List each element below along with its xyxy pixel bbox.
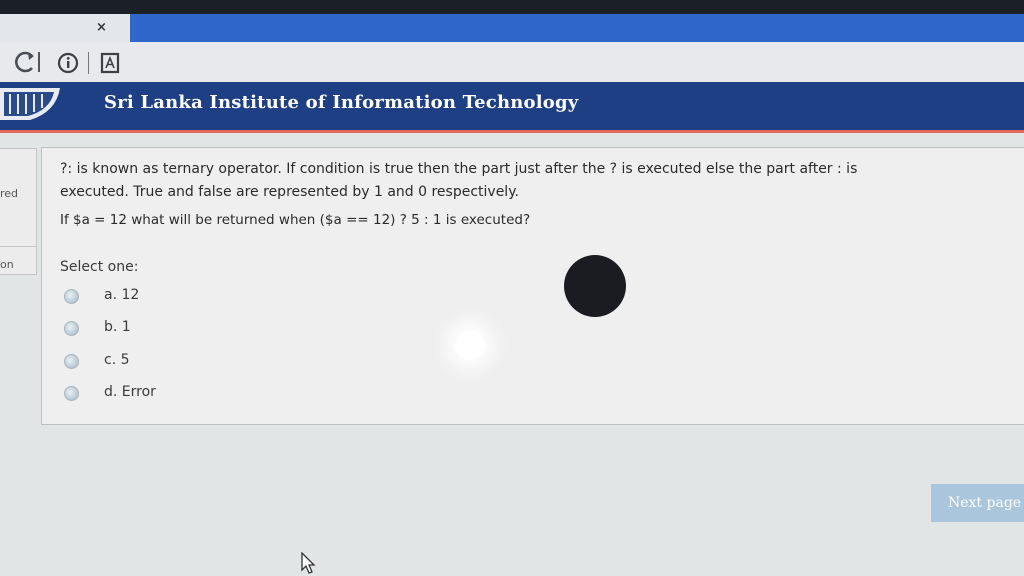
question-info-panel [0, 148, 37, 275]
screen-dot [564, 255, 626, 317]
screen-bezel [0, 0, 1024, 14]
light-glare [455, 330, 485, 360]
tab-close-button[interactable]: × [96, 20, 107, 35]
browser-tab[interactable] [0, 14, 130, 42]
side-divider [0, 246, 36, 247]
radio-button[interactable] [64, 386, 79, 401]
question-text-line-2: executed. True and false are represented… [60, 184, 519, 200]
next-page-button[interactable]: Next page [931, 484, 1024, 522]
question-status-label: red [0, 187, 19, 200]
option-label: c. 5 [104, 352, 130, 368]
radio-button[interactable] [64, 354, 79, 369]
mouse-cursor-icon [301, 552, 316, 574]
select-one-prompt: Select one: [60, 259, 139, 275]
radio-button[interactable] [64, 321, 79, 336]
option-label: a. 12 [104, 287, 140, 303]
info-icon[interactable] [57, 52, 79, 74]
screen: × Sri Lanka Institute of Information Tec… [0, 0, 1024, 576]
reload-icon[interactable] [12, 50, 42, 74]
toolbar-separator [88, 52, 89, 74]
option-label: d. Error [104, 384, 156, 400]
site-title: Sri Lanka Institute of Information Techn… [104, 92, 579, 113]
reader-mode-icon[interactable] [100, 52, 120, 74]
flag-question-label[interactable]: on [0, 258, 14, 271]
option-label: b. 1 [104, 319, 131, 335]
question-text-line-3: If $a = 12 what will be returned when ($… [60, 212, 531, 228]
browser-toolbar [0, 42, 1024, 83]
question-text-line-1: ?: is known as ternary operator. If cond… [60, 161, 858, 177]
sliit-logo [0, 88, 60, 120]
radio-button[interactable] [64, 289, 79, 304]
browser-tab-strip [0, 14, 1024, 42]
